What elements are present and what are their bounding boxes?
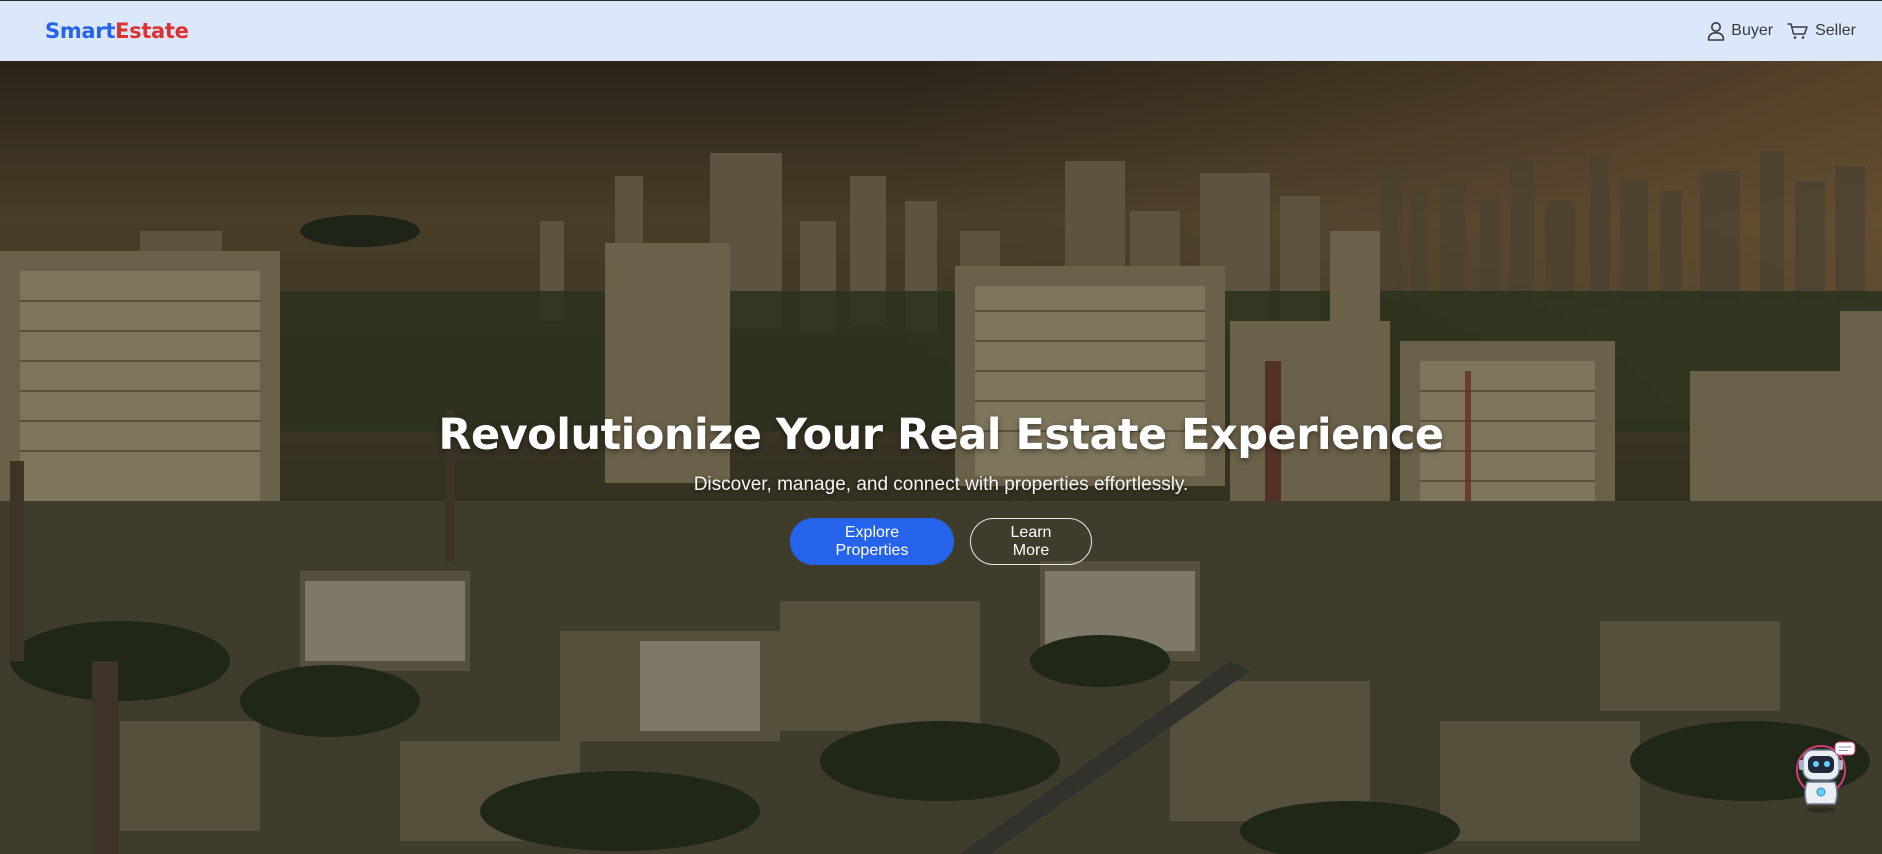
seller-link[interactable]: Seller — [1787, 22, 1856, 40]
hero-title: Revolutionize Your Real Estate Experienc… — [438, 410, 1444, 460]
brand-logo-part2: Estate — [115, 19, 189, 43]
chatbot-launcher[interactable] — [1795, 740, 1857, 816]
seller-link-label: Seller — [1815, 22, 1856, 39]
hero-section: Revolutionize Your Real Estate Experienc… — [0, 61, 1882, 854]
hero-buttons: Explore Properties Learn More — [0, 518, 1882, 565]
brand-logo-part1: Smart — [45, 19, 116, 43]
nav-links: Buyer Seller — [1707, 21, 1856, 41]
hero-content: Revolutionize Your Real Estate Experienc… — [0, 410, 1882, 565]
top-navbar: SmartEstate Buyer Seller — [0, 0, 1882, 61]
learn-more-button[interactable]: Learn More — [970, 518, 1092, 565]
robot-assistant-icon — [1795, 741, 1857, 820]
hero-subtitle: Discover, manage, and connect with prope… — [693, 474, 1189, 495]
user-icon — [1707, 21, 1725, 41]
buyer-link[interactable]: Buyer — [1707, 21, 1773, 41]
buyer-link-label: Buyer — [1731, 22, 1774, 39]
explore-properties-button[interactable]: Explore Properties — [790, 518, 954, 565]
brand-logo[interactable]: SmartEstate — [45, 19, 189, 43]
cart-icon — [1787, 22, 1809, 40]
